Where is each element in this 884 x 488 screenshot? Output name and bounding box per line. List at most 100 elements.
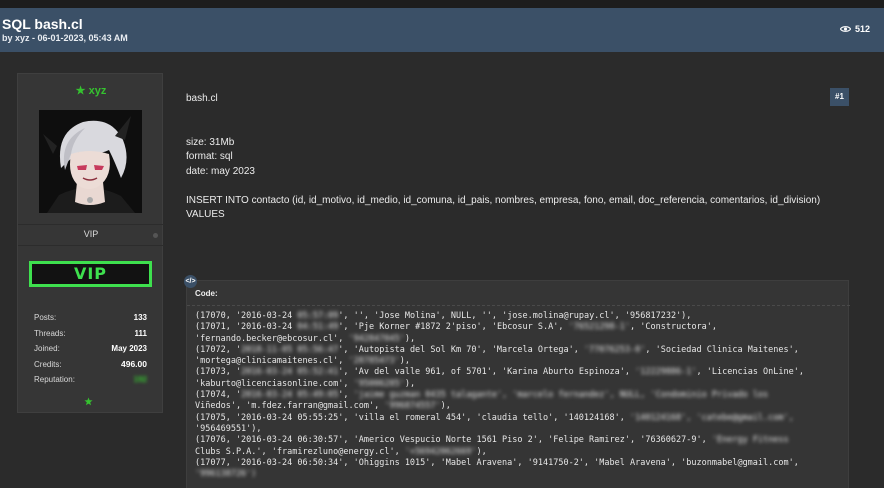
code-text-blurred: 2018-11-05 05:56:47 (241, 344, 339, 355)
code-text: ), (440, 401, 451, 412)
code-text-blurred: 04:51:49 (297, 322, 339, 333)
post-line: size: 31Mb (186, 136, 235, 148)
code-text: ), (476, 446, 487, 457)
code-line: Viñedos', 'm.fdez.farran@gmail.com', '99… (195, 401, 845, 412)
code-line: (17070, '2016-03-24 05:57:09', '', 'Jose… (195, 311, 845, 322)
post-line (186, 179, 820, 194)
post-line: format: sql (186, 151, 233, 162)
code-text-blurred: 2016-03-24 05:49:05 (241, 390, 339, 401)
post-line: INSERT INTO contacto (id, id_motivo, id_… (186, 194, 821, 206)
code-icon: </> (184, 275, 197, 288)
code-text: 'fernando.becker@ebcosur.cl', (195, 333, 349, 344)
code-text: (17070, '2016-03-24 (195, 311, 298, 321)
code-text: (17072, ' (195, 344, 242, 355)
code-line: (17077, '2016-03-24 06:50:34', 'Ohiggins… (195, 458, 845, 469)
code-text: , 'Sociedad Clinica Maitenes', (645, 344, 799, 355)
code-line: (17073, '2016-03-24 05:52:41', 'Av del v… (195, 367, 845, 378)
avatar[interactable] (39, 110, 142, 213)
vip-badge: VIP (29, 261, 152, 287)
author-username[interactable]: ★ xyz (18, 84, 164, 97)
code-text: ), (404, 378, 416, 389)
stat-value: May 2023 (111, 344, 147, 354)
stat-threads: Threads: 111 (34, 326, 147, 342)
stat-posts: Posts: 133 (34, 310, 147, 326)
code-text: ', '', 'Jose Molina', NULL, '', 'jose.mo… (338, 311, 692, 321)
code-text: ), (404, 333, 416, 344)
code-line: (17076, '2016-03-24 06:30:57', 'Americo … (195, 435, 845, 446)
top-strip (0, 0, 884, 8)
code-line: (17075, '2016-03-24 05:55:25', 'villa el… (195, 413, 845, 424)
avatar-image (39, 110, 142, 213)
code-text: Clubs S.P.A.', 'framirezluno@energy.cl', (195, 446, 405, 457)
author-stats: Posts: 133 Threads: 111 Joined: May 2023… (34, 310, 147, 388)
author-rank-row: VIP (18, 224, 164, 246)
stat-credits: Credits: 496.00 (34, 357, 147, 373)
code-text-blurred: '942847045' (348, 333, 405, 344)
code-line: 'mortega@clinicamaitenes.cl', '28785473'… (195, 356, 845, 367)
thread-header: SQL bash.cl by xyz - 06-01-2023, 05:43 A… (0, 8, 884, 52)
post-line (186, 107, 820, 122)
code-text: ', 'Autopista del Sol Km 70', 'Marcela O… (338, 344, 584, 355)
star-icon: ★ (75, 85, 86, 97)
code-label: Code: (195, 289, 218, 298)
code-text-blurred: 'Energy Fitness (711, 435, 789, 446)
stat-label: Credits: (34, 359, 62, 369)
star-icon (84, 393, 93, 411)
code-text-blurred: 05:57:09 (297, 311, 339, 321)
code-text: , 'Constructora', (630, 322, 718, 333)
author-username-text: xyz (88, 85, 107, 97)
code-text-blurred: '95006285' (353, 378, 405, 389)
author-sidebar: ★ xyz VIP VIP Posts: 133 Threads: 111 Jo… (17, 73, 164, 413)
code-text: '956469551'), (195, 423, 262, 434)
code-line: (17071, '2016-03-24 04:51:49', 'Pje Korn… (195, 322, 845, 333)
code-text: (17077, '2016-03-24 06:50:34', 'Ohiggins… (195, 457, 799, 468)
code-text-blurred: '76521298-1' (568, 322, 631, 333)
code-text-blurred: '140124168', 'catebe@gmail.com', (629, 412, 794, 423)
post-line: bash.cl (186, 93, 218, 104)
post-line (186, 121, 820, 136)
thread-title: SQL bash.cl (2, 16, 83, 32)
code-content: (17070, '2016-03-24 05:57:09', '', 'Jose… (195, 311, 845, 480)
code-text: Viñedos', 'm.fdez.farran@gmail.com', (195, 401, 385, 412)
author-rank: VIP (83, 229, 99, 239)
code-line: 'fernando.becker@ebcosur.cl', '942847045… (195, 334, 845, 345)
code-divider (187, 305, 850, 306)
post-number-link[interactable]: #1 (830, 88, 849, 106)
post-body: bash.cl size: 31Mb format: sql date: may… (186, 92, 820, 223)
stat-label: Posts: (34, 313, 57, 323)
code-text-blurred: 'jaime guzman 0435 talagante', 'marcelo … (353, 390, 769, 401)
code-line: '996138726') (195, 469, 845, 480)
post-line: VALUES (186, 209, 225, 220)
code-text: , 'Licencias OnLine', (696, 367, 804, 378)
code-text-blurred: '12229886-1' (635, 367, 697, 378)
code-text: (17074, ' (195, 390, 242, 401)
code-line: (17074, '2016-03-24 05:49:05', 'jaime gu… (195, 390, 845, 401)
code-text: (17073, ' (195, 367, 242, 378)
stat-value[interactable]: 192 (134, 375, 147, 384)
code-text: 'kaburto@licenciasonline.com', (195, 378, 354, 389)
stat-value[interactable]: 133 (134, 313, 147, 322)
view-count-value: 512 (854, 24, 870, 34)
code-text: ', 'Pje Korner #1872 2'piso', 'Ebcosur S… (338, 322, 569, 333)
code-line: '956469551'), (195, 424, 845, 435)
offline-status-dot (153, 233, 158, 238)
thread-meta: by xyz - 06-01-2023, 05:43 AM (2, 33, 128, 43)
code-text: ', 'Av del valle 961, of 5701', 'Karina … (338, 367, 636, 378)
view-count: 512 (839, 24, 870, 34)
stat-label: Reputation: (34, 375, 75, 385)
code-text-blurred: '996138726') (195, 469, 257, 480)
code-text: (17075, '2016-03-24 05:55:25', 'villa el… (195, 412, 630, 423)
code-line: (17072, '2018-11-05 05:56:47', 'Autopist… (195, 345, 845, 356)
code-text: (17071, '2016-03-24 (195, 322, 298, 333)
stat-value[interactable]: 111 (135, 329, 147, 338)
code-line: 'kaburto@licenciasonline.com', '95006285… (195, 379, 845, 390)
code-text: ', (338, 390, 354, 401)
code-text-blurred: 2016-03-24 05:52:41 (241, 367, 339, 378)
stat-joined: Joined: May 2023 (34, 341, 147, 357)
code-text: (17076, '2016-03-24 06:30:57', 'Americo … (195, 435, 712, 446)
code-block: Code: (17070, '2016-03-24 05:57:09', '',… (186, 280, 850, 488)
code-text-blurred: '77076253-0' (583, 344, 646, 355)
stat-label: Joined: (34, 344, 60, 354)
code-text-blurred: '+56942062669' (404, 446, 477, 457)
post-line: date: may 2023 (186, 165, 255, 177)
